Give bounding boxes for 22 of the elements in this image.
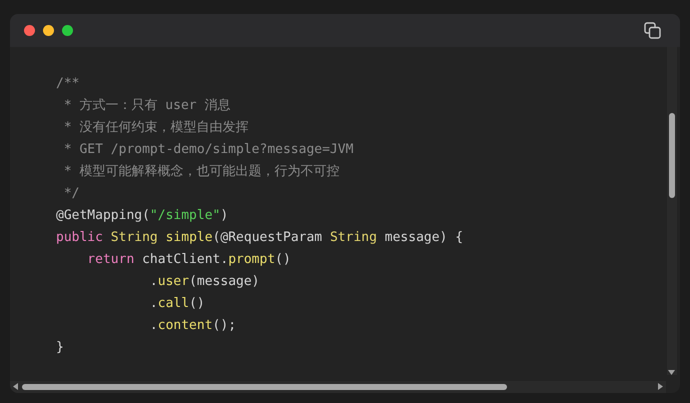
scroll-right-icon[interactable] [658, 383, 663, 390]
code-line: public String simple(@RequestParam String message) { [56, 229, 464, 247]
code-line: */ [62, 185, 80, 203]
code-line: return chatClient.prompt() [86, 251, 292, 269]
vertical-scrollbar[interactable] [667, 47, 677, 375]
code-line: .call() [148, 295, 206, 313]
code-line: } [56, 339, 65, 357]
scroll-left-icon[interactable] [13, 383, 18, 390]
code-line: .user(message) [148, 273, 261, 291]
code-line: * GET /prompt-demo/simple?message=JVM [62, 141, 354, 159]
scroll-down-icon[interactable] [668, 370, 675, 375]
code-line: @GetMapping("/simple") [56, 207, 230, 225]
minimize-button[interactable] [43, 25, 54, 36]
code-line: /** [56, 75, 80, 93]
copy-icon[interactable] [644, 22, 661, 39]
zoom-button[interactable] [62, 25, 73, 36]
code-line: .content(); [148, 317, 238, 335]
code-line: * 模型可能解释概念，也可能出题，行为不可控 [62, 163, 340, 181]
horizontal-scrollbar[interactable] [10, 381, 666, 393]
code-line: * 方式一：只有 user 消息 [62, 97, 232, 115]
code-line: * 没有任何约束，模型自由发挥 [62, 119, 250, 137]
close-button[interactable] [24, 25, 35, 36]
